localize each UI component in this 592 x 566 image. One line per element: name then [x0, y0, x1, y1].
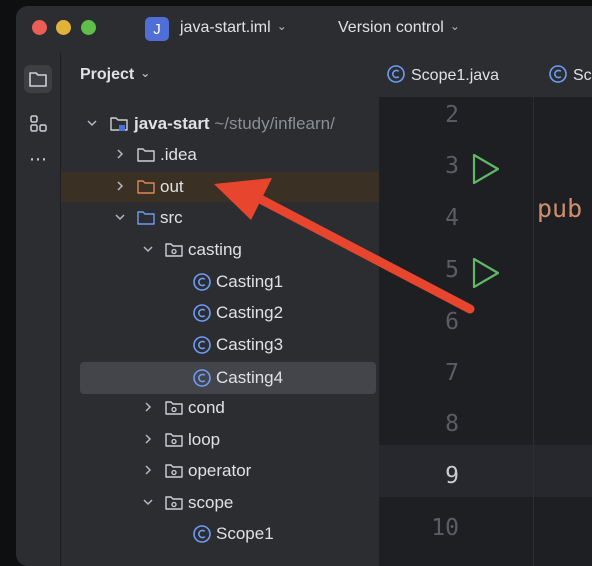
tree-item-operator[interactable]: operator: [61, 456, 379, 486]
tree-item-src[interactable]: src: [61, 203, 379, 233]
excluded-folder-icon: [137, 180, 155, 194]
structure-tool-button[interactable]: [24, 109, 52, 137]
class-icon: [193, 369, 211, 387]
line-number: 8: [445, 411, 459, 437]
code-keyword[interactable]: pub: [537, 194, 582, 223]
package-icon: [165, 496, 183, 510]
project-name: java-start.iml: [180, 19, 271, 36]
panel-title: Project: [80, 66, 135, 83]
tree-item-scope[interactable]: scope: [61, 488, 379, 518]
tree-item-casting1[interactable]: Casting1: [61, 267, 379, 297]
run-icon[interactable]: [471, 257, 501, 289]
line-number: 10: [431, 515, 459, 541]
project-badge[interactable]: J: [145, 17, 169, 41]
tree-item-label: cond: [188, 398, 225, 417]
chevron-down-icon[interactable]: [143, 244, 153, 254]
tree-item-label: scope: [188, 493, 234, 512]
line-number: 4: [445, 205, 459, 231]
tree-item-label: src: [160, 208, 183, 227]
line-number: 3: [445, 153, 459, 179]
tree-item-label: loop: [188, 430, 221, 449]
version-control-label: Version control: [338, 19, 444, 36]
package-icon: [165, 401, 183, 415]
tab-label: Scope1.java: [411, 67, 500, 84]
chevron-right-icon[interactable]: [143, 434, 153, 444]
source-folder-icon: [137, 211, 155, 225]
tree-item-casting2[interactable]: Casting2: [61, 298, 379, 328]
chevron-down-icon: ⌄: [276, 19, 287, 33]
tree-item-label: .idea: [160, 145, 197, 164]
ide-window: J java-start.iml ⌄ Version control ⌄ ⋯ Pro…: [16, 6, 592, 566]
line-number: 7: [445, 360, 459, 386]
package-icon: [165, 433, 183, 447]
line-number-current: 9: [445, 463, 459, 489]
editor-tab-bar: Scope1.java Sc: [379, 53, 592, 98]
chevron-right-icon[interactable]: [115, 181, 125, 191]
tab-second[interactable]: Sc: [549, 65, 592, 85]
tree-item-label: out: [160, 177, 184, 196]
project-tool-button[interactable]: [24, 65, 52, 93]
chevron-down-icon: ⌄: [140, 66, 151, 80]
tree-item-label: casting: [188, 240, 242, 259]
class-icon: [193, 336, 211, 354]
editor-area: Scope1.java Sc 2 3 4 5 6 7 8 9 10 pub: [379, 53, 592, 566]
title-bar: J java-start.iml ⌄ Version control ⌄: [16, 6, 592, 53]
chevron-down-icon[interactable]: [115, 212, 125, 222]
class-icon: [387, 65, 405, 83]
tree-item-label: Casting2: [216, 303, 284, 322]
class-icon: [193, 273, 211, 291]
more-tools-icon[interactable]: ⋯: [24, 145, 52, 173]
chevron-right-icon[interactable]: [143, 402, 153, 412]
tree-item-casting3[interactable]: Casting3: [61, 330, 379, 360]
folder-icon: [137, 148, 155, 162]
tree-item-label: Casting4: [216, 368, 284, 387]
chevron-right-icon[interactable]: [115, 149, 125, 159]
tree-item-label: Casting1: [216, 272, 284, 291]
tree-item-java-start[interactable]: java-start ~/study/inflearn/: [61, 109, 379, 139]
class-icon: [193, 525, 211, 543]
tree-item-scope1[interactable]: Scope1: [61, 519, 379, 549]
tool-window-strip: ⋯: [16, 53, 61, 566]
project-selector[interactable]: java-start.iml ⌄: [180, 19, 287, 37]
tree-item-label: operator: [188, 461, 252, 480]
tree-item-label: Scope1: [216, 524, 274, 543]
line-gutter: 2 3 4 5 6 7 8 9 10: [379, 97, 534, 566]
tree-item-idea[interactable]: .idea: [61, 140, 379, 170]
tree-item-casting4[interactable]: Casting4: [80, 362, 376, 394]
line-number: 2: [445, 102, 459, 128]
close-window-button[interactable]: [32, 20, 47, 35]
tree-item-cond[interactable]: cond: [61, 393, 379, 423]
tree-item-loop[interactable]: loop: [61, 425, 379, 455]
minimize-window-button[interactable]: [56, 20, 71, 35]
package-icon: [165, 243, 183, 257]
tree-item-label: Casting3: [216, 335, 284, 354]
class-icon: [193, 304, 211, 322]
line-number: 5: [445, 257, 459, 283]
chevron-right-icon[interactable]: [143, 465, 153, 475]
chevron-down-icon[interactable]: [143, 497, 153, 507]
tree-item-out[interactable]: out: [61, 172, 379, 202]
module-folder-icon: [110, 117, 128, 131]
chevron-down-icon[interactable]: [87, 118, 97, 128]
version-control-menu[interactable]: Version control ⌄: [338, 19, 460, 37]
line-number: 6: [445, 309, 459, 335]
zoom-window-button[interactable]: [81, 20, 96, 35]
structure-icon: [30, 115, 47, 132]
module-path: ~/study/inflearn/: [209, 114, 335, 133]
run-icon[interactable]: [471, 153, 501, 185]
class-icon: [549, 65, 567, 83]
folder-icon: [29, 72, 47, 87]
tab-scope1-java[interactable]: Scope1.java: [387, 65, 499, 85]
tree-item-label: java-start: [134, 114, 210, 133]
tree-item-casting[interactable]: casting: [61, 235, 379, 265]
project-panel-header[interactable]: Project ⌄: [80, 66, 150, 84]
tab-label: Sc: [573, 67, 592, 84]
package-icon: [165, 464, 183, 478]
chevron-down-icon: ⌄: [449, 19, 460, 33]
project-panel: Project ⌄ java-start ~/study/inflearn/ .i…: [61, 53, 379, 566]
